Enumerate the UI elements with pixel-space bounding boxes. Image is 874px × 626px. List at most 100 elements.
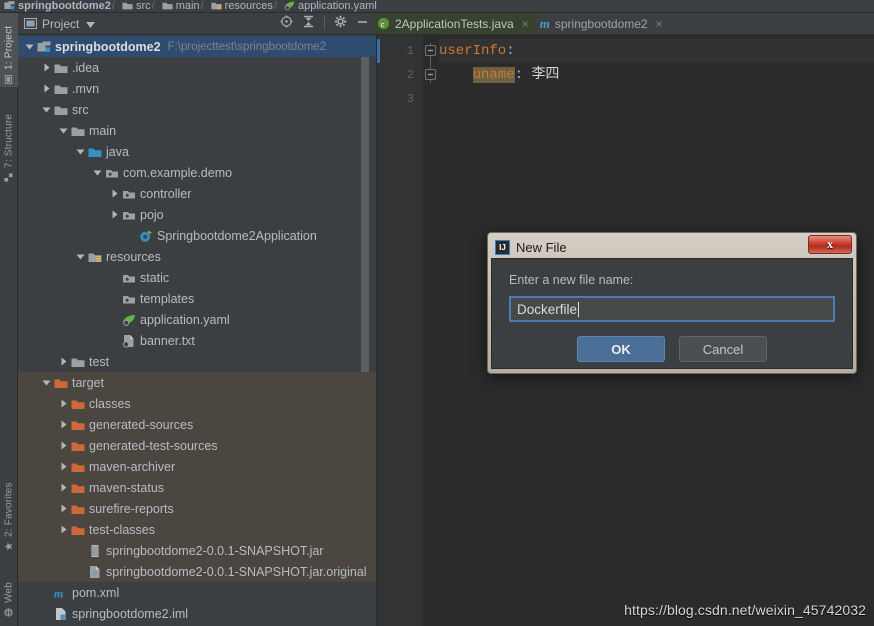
tree-node-label: target [72,375,104,390]
chevron-down-icon[interactable] [41,377,52,388]
tree-node-main[interactable]: main [18,120,376,141]
hide-panel-icon[interactable] [356,15,369,33]
chevron-down-icon[interactable] [41,104,52,115]
sidebar-item-favorites[interactable]: 2: Favorites [0,462,18,554]
tree-node-com-example-demo[interactable]: com.example.demo [18,162,376,183]
cancel-button[interactable]: Cancel [679,336,767,362]
tree-node-java[interactable]: java [18,141,376,162]
editor-gutter[interactable]: 1 2 3 [377,35,423,626]
chevron-right-icon[interactable] [58,503,69,514]
tree-node-test[interactable]: test [18,351,376,372]
line-number-3: 3 [406,92,414,106]
tree-node-pom-xml[interactable]: m pom.xml [18,582,376,603]
tree-node-application-yaml[interactable]: application.yaml [18,309,376,330]
chevron-right-icon[interactable] [58,356,69,367]
breadcrumb-item-3[interactable]: resources [200,0,273,12]
tree-node-label: maven-archiver [89,459,176,474]
tree-node-surefire-reports[interactable]: surefire-reports [18,498,376,519]
tree-node-templates[interactable]: templates [18,288,376,309]
svg-text:m: m [54,586,63,600]
chevron-right-icon[interactable] [41,83,52,94]
settings-gear-icon[interactable] [334,15,347,33]
target-folder-icon [71,460,85,474]
breadcrumb-item-4[interactable]: application.yaml [273,0,377,12]
chevron-right-icon[interactable] [58,398,69,409]
tree-node-static[interactable]: static [18,267,376,288]
tree-node-springbootdome2application[interactable]: Springbootdome2Application [18,225,376,246]
project-tree[interactable]: springbootdome2 F:\projecttest\springboot… [18,35,376,626]
tree-node-target[interactable]: target [18,372,376,393]
tree-node-generated-test-sources[interactable]: generated-test-sources [18,435,376,456]
tree-node-springbootdome2-0-0-1-snapshot-jar[interactable]: springbootdome2-0.0.1-SNAPSHOT.jar [18,540,376,561]
tree-node-src[interactable]: src [18,99,376,120]
chevron-down-icon[interactable] [86,15,96,33]
tree-node-label: springbootdome2-0.0.1-SNAPSHOT.jar.origi… [106,564,367,579]
close-icon[interactable]: x [808,235,852,254]
tree-node-maven-status[interactable]: maven-status [18,477,376,498]
editor-tab-1[interactable]: m springbootdome2 × [536,13,670,34]
tree-node-classes[interactable]: classes [18,393,376,414]
editor-tab-0[interactable]: c 2ApplicationTests.java × [373,13,536,34]
text-file-icon [122,334,136,348]
breadcrumb-item-0[interactable]: springbootdome2 [4,0,111,12]
tree-node-maven-archiver[interactable]: maven-archiver [18,456,376,477]
tree-node-pojo[interactable]: pojo [18,204,376,225]
chevron-down-icon[interactable] [75,251,86,262]
chevron-down-icon[interactable] [58,125,69,136]
fold-marker-icon[interactable] [425,43,436,61]
sidebar-item-favorites-label: 2: Favorites [3,482,15,537]
tree-node-controller[interactable]: controller [18,183,376,204]
breadcrumb-item-1[interactable]: src [111,0,151,12]
chevron-down-icon[interactable] [75,146,86,157]
code-line-1[interactable]: userInfo: [439,39,874,63]
chevron-down-icon[interactable] [92,167,103,178]
text-caret [578,301,580,317]
sidebar-item-structure[interactable]: 7: Structure [0,93,18,185]
file-name-input[interactable]: Dockerfile [509,296,835,322]
chevron-right-icon[interactable] [58,524,69,535]
tree-node-test-classes[interactable]: test-classes [18,519,376,540]
breadcrumb[interactable]: springbootdome2 src main resources applicati… [0,0,874,13]
tree-node-label: src [72,102,89,117]
sidebar-item-web[interactable]: Web [0,568,18,620]
tree-node--idea[interactable]: .idea [18,57,376,78]
chevron-right-icon[interactable] [109,209,120,220]
breadcrumb-item-2[interactable]: main [151,0,200,12]
tree-node-springbootdome2-iml[interactable]: springbootdome2.iml [18,603,376,624]
tree-node-resources[interactable]: resources [18,246,376,267]
chevron-right-icon[interactable] [58,440,69,451]
resources-folder-icon [210,0,222,11]
tree-node-springbootdome2-0-0-1-snapshot-jar-original[interactable]: ? springbootdome2-0.0.1-SNAPSHOT.jar.orig… [18,561,376,582]
dialog-title-bar[interactable]: IJ New File x [491,235,853,258]
chevron-down-icon[interactable] [24,41,35,52]
fold-marker-icon[interactable] [425,67,436,85]
close-icon[interactable]: × [522,17,529,31]
editor-fold-column[interactable] [423,35,439,626]
code-line-3[interactable] [439,87,874,111]
sidebar-item-project[interactable]: 1: Project [0,13,18,87]
folder-icon [122,0,133,11]
chevron-right-icon[interactable] [41,62,52,73]
package-icon [122,208,136,222]
target-folder-icon [71,523,85,537]
tree-node--mvn[interactable]: .mvn [18,78,376,99]
code-line-2[interactable]: uname: 李四 [439,63,874,87]
package-icon [122,292,136,306]
tree-node-springbootdome2[interactable]: springbootdome2 F:\projecttest\springboot… [18,36,376,57]
tree-node-generated-sources[interactable]: generated-sources [18,414,376,435]
chevron-right-icon[interactable] [58,482,69,493]
yaml-value: 李四 [531,67,560,83]
close-icon[interactable]: × [656,17,663,31]
tree-node-label: templates [140,291,195,306]
chevron-right-icon[interactable] [109,188,120,199]
ok-button[interactable]: OK [577,336,665,362]
locate-icon[interactable] [280,15,293,33]
chevron-right-icon[interactable] [58,419,69,430]
tree-node-banner-txt[interactable]: banner.txt [18,330,376,351]
chevron-right-icon[interactable] [58,461,69,472]
source-folder-icon [88,145,102,159]
collapse-all-icon[interactable] [302,15,315,33]
